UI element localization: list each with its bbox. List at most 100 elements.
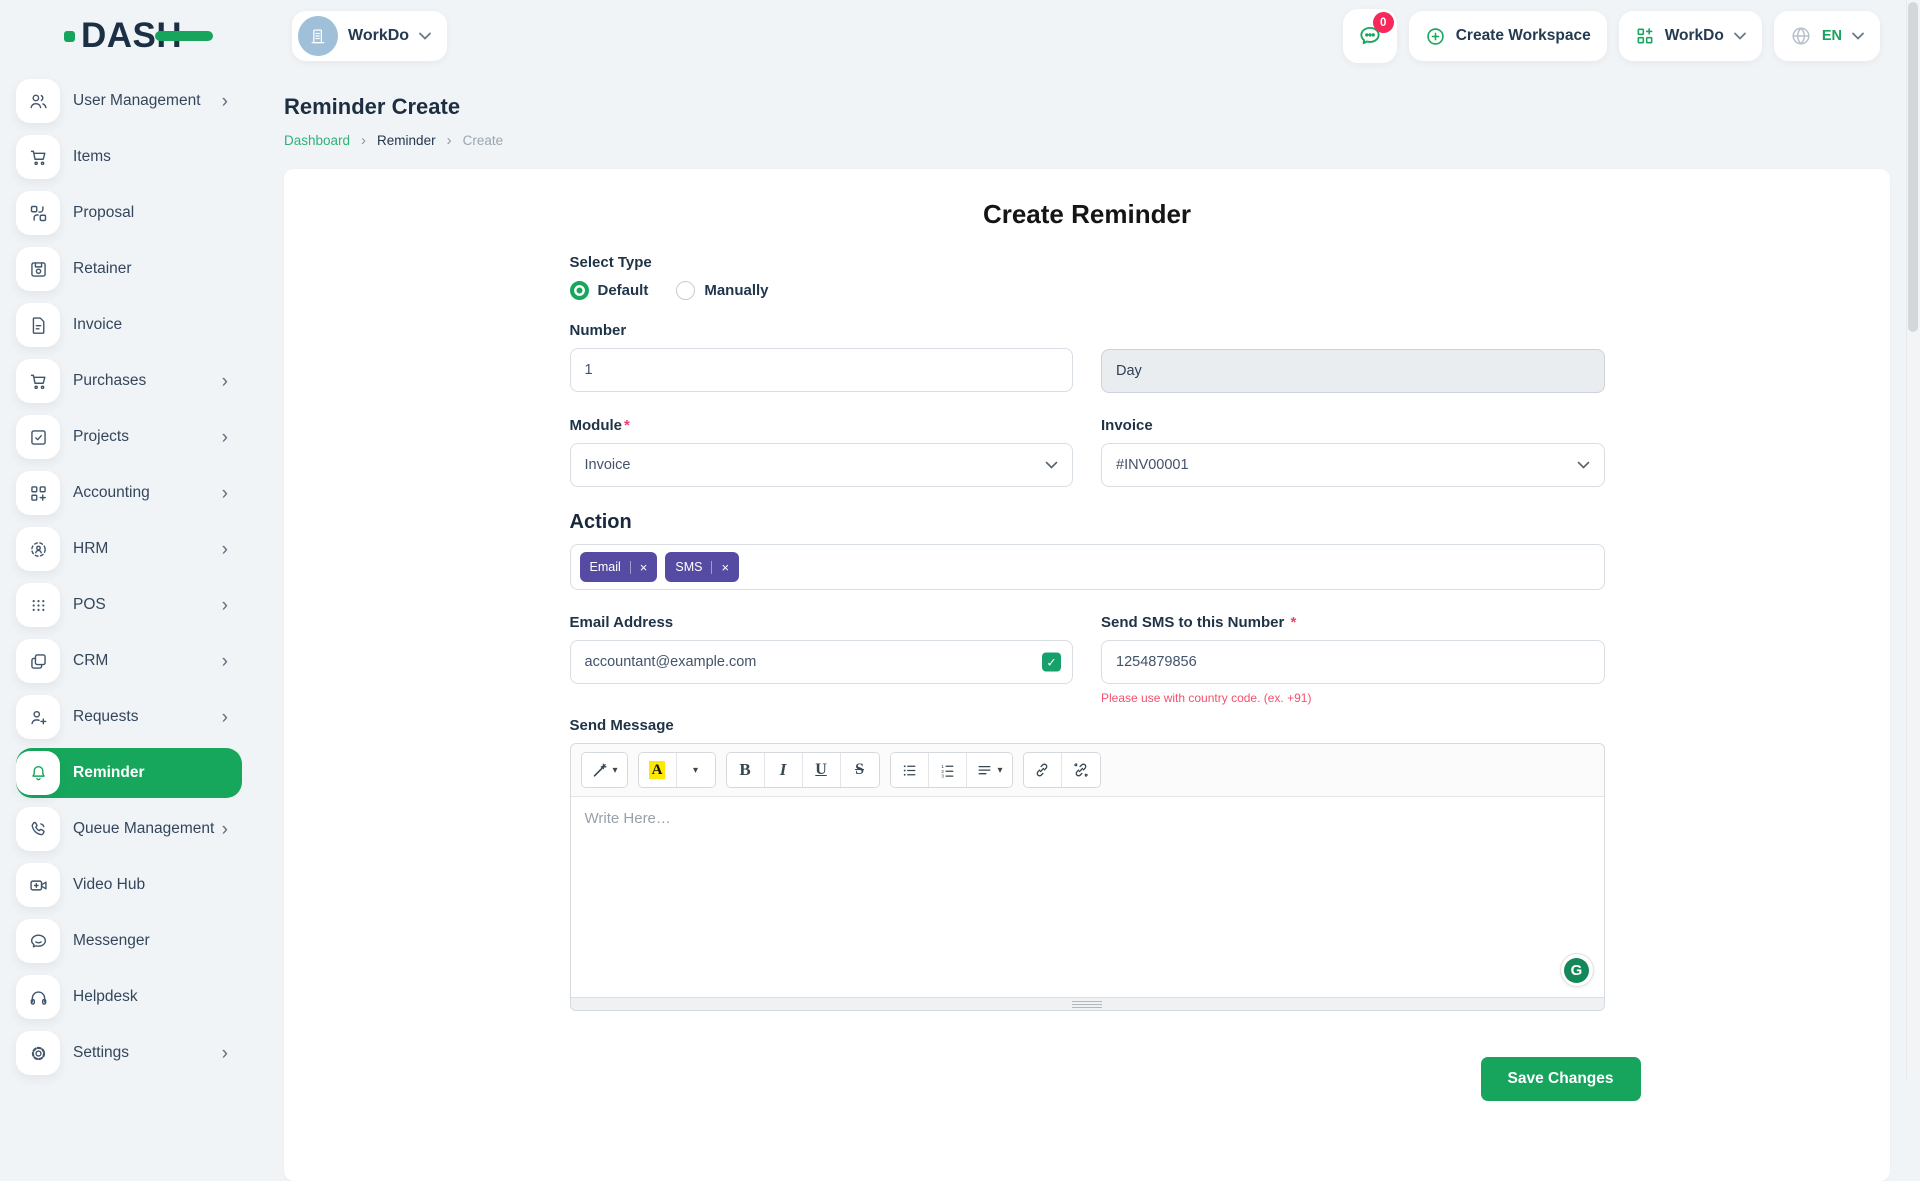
sidebar-item-pos[interactable]: POS › [16, 580, 242, 630]
chat-icon [16, 919, 60, 963]
invoice-select[interactable]: #INV00001 [1101, 443, 1605, 487]
sidebar-item-label: Accounting [73, 484, 150, 502]
sidebar-item-items[interactable]: Items [16, 132, 242, 182]
check-square-icon [16, 415, 60, 459]
underline-icon: U [815, 761, 827, 779]
breadcrumb-dashboard-link[interactable]: Dashboard [284, 133, 350, 148]
top-bar: DASH WorkDo 0 Create Workspace [0, 0, 1906, 72]
insert-link-button[interactable] [1024, 753, 1062, 787]
language-selector[interactable]: EN [1774, 11, 1880, 61]
sidebar-item-requests[interactable]: Requests › [16, 692, 242, 742]
breadcrumb-reminder[interactable]: Reminder [377, 133, 436, 148]
sms-label: Send SMS to this Number * [1101, 614, 1605, 631]
italic-button[interactable]: I [765, 753, 803, 787]
sidebar-item-label: CRM [73, 652, 108, 670]
sidebar-item-crm[interactable]: CRM › [16, 636, 242, 686]
page-scrollbar[interactable] [1906, 0, 1920, 1080]
sidebar-item-settings[interactable]: Settings › [16, 1028, 242, 1078]
editor-toolbar: ▾ A ▾ B I U S [571, 744, 1604, 797]
unlink-icon [1072, 761, 1090, 779]
action-multiselect[interactable]: Email × SMS × [570, 544, 1605, 590]
remove-tag-icon[interactable]: × [721, 560, 729, 575]
sidebar-item-helpdesk[interactable]: Helpdesk [16, 972, 242, 1022]
radio-unchecked-icon[interactable] [676, 281, 695, 300]
sms-number-input[interactable] [1101, 640, 1605, 684]
sidebar-item-label: Video Hub [73, 876, 145, 894]
chevron-right-icon: › [222, 596, 228, 615]
strikethrough-button[interactable]: S [841, 753, 879, 787]
tag-sms-label: SMS [675, 560, 702, 574]
ordered-list-button[interactable]: 123 [929, 753, 967, 787]
sidebar-item-video-hub[interactable]: Video Hub [16, 860, 242, 910]
sidebar-item-purchases[interactable]: Purchases › [16, 356, 242, 406]
workspace-switcher[interactable]: WorkDo [292, 11, 447, 61]
numbered-list-icon: 123 [939, 762, 956, 779]
chevron-down-icon [1045, 461, 1058, 469]
brand-logo[interactable]: DASH [64, 16, 292, 56]
radio-checked-icon[interactable] [570, 281, 589, 300]
notification-badge: 0 [1373, 12, 1394, 33]
sidebar-item-label: Proposal [73, 204, 134, 222]
sidebar-item-label: HRM [73, 540, 108, 558]
radio-manually[interactable]: Manually [676, 281, 768, 300]
font-color-button[interactable]: A [639, 753, 677, 787]
users-icon [16, 79, 60, 123]
grammarly-icon[interactable]: G [1560, 953, 1594, 987]
required-asterisk: * [1291, 614, 1297, 631]
sidebar-item-label: Messenger [73, 932, 150, 950]
magic-style-button[interactable]: ▾ [582, 753, 627, 787]
sidebar-item-invoice[interactable]: Invoice [16, 300, 242, 350]
headset-icon [16, 975, 60, 1019]
globe-icon [1790, 25, 1812, 47]
send-message-label: Send Message [570, 717, 1605, 734]
sidebar-item-label: Queue Management [73, 820, 214, 838]
sidebar-item-user-management[interactable]: User Management › [16, 76, 242, 126]
caret-down-icon: ▾ [998, 765, 1003, 776]
underline-button[interactable]: U [803, 753, 841, 787]
editor-resize-bar[interactable] [571, 997, 1604, 1010]
grid-plus-icon [16, 471, 60, 515]
sidebar-item-messenger[interactable]: Messenger [16, 916, 242, 966]
chevron-right-icon: › [447, 132, 452, 149]
create-reminder-card: Create Reminder Select Type Default Manu… [284, 169, 1890, 1181]
bold-button[interactable]: B [727, 753, 765, 787]
sidebar-item-hrm[interactable]: HRM › [16, 524, 242, 574]
sidebar-item-reminder[interactable]: Reminder [16, 748, 242, 798]
save-changes-button[interactable]: Save Changes [1481, 1057, 1641, 1101]
scrollbar-thumb[interactable] [1908, 2, 1918, 332]
sidebar-item-queue-management[interactable]: Queue Management › [16, 804, 242, 854]
unit-field-group [1101, 322, 1605, 393]
sidebar-item-label: User Management [73, 92, 201, 110]
chevron-right-icon: › [222, 484, 228, 503]
remove-tag-icon[interactable]: × [640, 560, 648, 575]
user-menu[interactable]: WorkDo [1619, 11, 1762, 61]
sidebar-item-label: Retainer [73, 260, 132, 278]
topbar-actions: 0 Create Workspace WorkDo EN [1343, 9, 1880, 63]
editor-placeholder: Write Here… [585, 810, 671, 827]
paragraph-align-button[interactable]: ▾ [967, 753, 1012, 787]
number-label: Number [570, 322, 1074, 339]
sms-helper-text: Please use with country code. (ex. +91) [1101, 691, 1605, 705]
plus-circle-icon [1425, 26, 1446, 47]
sidebar-item-accounting[interactable]: Accounting › [16, 468, 242, 518]
number-input[interactable] [570, 348, 1074, 392]
create-workspace-button[interactable]: Create Workspace [1409, 11, 1607, 61]
chevron-right-icon: › [222, 820, 228, 839]
sidebar-item-projects[interactable]: Projects › [16, 412, 242, 462]
sidebar-item-retainer[interactable]: Retainer [16, 244, 242, 294]
font-color-dropdown[interactable]: ▾ [677, 753, 715, 787]
chevron-right-icon: › [222, 428, 228, 447]
messages-button[interactable]: 0 [1343, 9, 1397, 63]
module-select[interactable]: Invoice [570, 443, 1074, 487]
sidebar-item-label: POS [73, 596, 106, 614]
email-input[interactable] [570, 640, 1074, 684]
copy-icon [16, 639, 60, 683]
unordered-list-button[interactable] [891, 753, 929, 787]
remove-link-button[interactable] [1062, 753, 1100, 787]
editor-content[interactable]: Write Here… G [571, 797, 1604, 997]
radio-default[interactable]: Default [570, 281, 649, 300]
cart-icon [16, 359, 60, 403]
sidebar-item-proposal[interactable]: Proposal [16, 188, 242, 238]
email-field-group: Email Address ✓ [570, 614, 1074, 705]
radio-manually-label: Manually [704, 282, 768, 299]
